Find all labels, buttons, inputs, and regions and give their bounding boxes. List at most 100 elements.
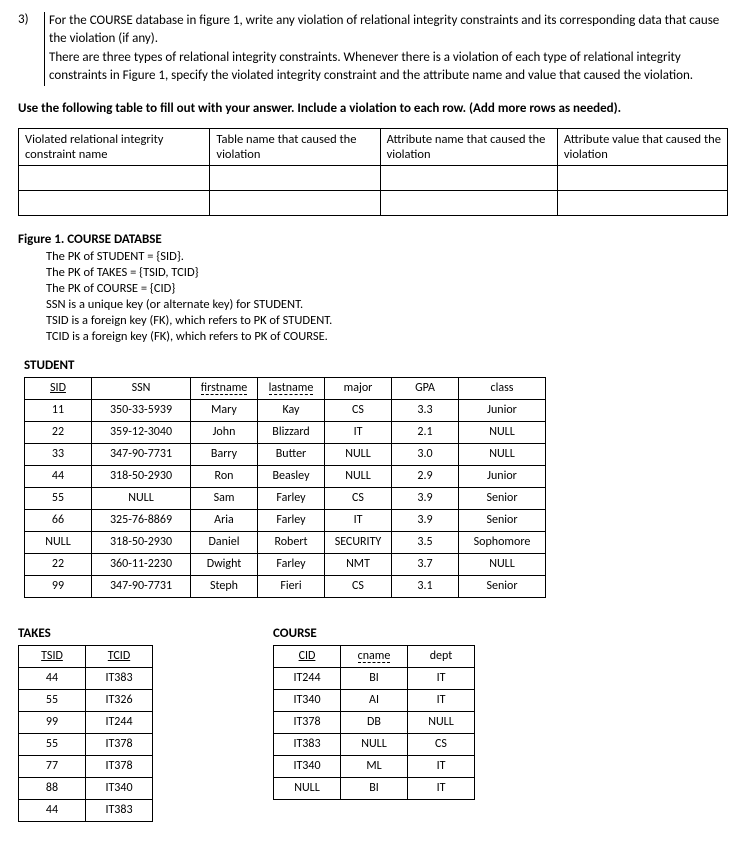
table-header-row: CID cname dept bbox=[274, 645, 475, 667]
table-cell: NULL bbox=[459, 443, 546, 465]
table-row: IT340AIIT bbox=[274, 689, 475, 711]
col-cid: CID bbox=[274, 645, 341, 667]
table-cell: IT383 bbox=[274, 733, 341, 755]
table-cell: 359-12-3040 bbox=[92, 421, 191, 443]
table-cell: 33 bbox=[25, 443, 92, 465]
table-row: 44IT383 bbox=[19, 799, 153, 821]
table-cell: 3.7 bbox=[392, 553, 459, 575]
table-cell: AI bbox=[341, 689, 408, 711]
col-cname: cname bbox=[341, 645, 408, 667]
table-cell: 3.9 bbox=[392, 509, 459, 531]
table-cell: NULL bbox=[325, 443, 392, 465]
table-cell: 325-76-8869 bbox=[92, 509, 191, 531]
table-cell: 3.9 bbox=[392, 487, 459, 509]
course-label: COURSE bbox=[273, 626, 475, 641]
table-cell: John bbox=[191, 421, 258, 443]
figure-line: The PK of COURSE = {CID} bbox=[46, 281, 728, 296]
question-block: 3) For the COURSE database in figure 1, … bbox=[18, 12, 728, 86]
col-lastname: lastname bbox=[258, 377, 325, 399]
course-block: COURSE CID cname dept IT244BIITIT340AIIT… bbox=[273, 612, 475, 822]
table-cell: 22 bbox=[25, 553, 92, 575]
table-cell: NULL bbox=[341, 733, 408, 755]
table-row: 55IT378 bbox=[19, 733, 153, 755]
table-header-row: SID SSN firstname lastname major GPA cla… bbox=[25, 377, 546, 399]
figure-line: TSID is a foreign key (FK), which refers… bbox=[46, 313, 728, 328]
question-body: For the COURSE database in figure 1, wri… bbox=[44, 12, 728, 86]
table-cell: IT340 bbox=[274, 755, 341, 777]
table-cell: 88 bbox=[19, 777, 86, 799]
table-row: 99347-90-7731StephFieriCS3.1Senior bbox=[25, 575, 546, 597]
table-cell: Farley bbox=[258, 487, 325, 509]
table-cell: IT378 bbox=[274, 711, 341, 733]
table-cell: 77 bbox=[19, 755, 86, 777]
answer-header-table: Table name that caused the violation bbox=[210, 128, 380, 165]
table-cell: Barry bbox=[191, 443, 258, 465]
table-cell: Fieri bbox=[258, 575, 325, 597]
table-row: NULL318-50-2930DanielRobertSECURITY3.5So… bbox=[25, 531, 546, 553]
col-gpa: GPA bbox=[392, 377, 459, 399]
table-cell: IT383 bbox=[86, 799, 153, 821]
course-table: CID cname dept IT244BIITIT340AIITIT378DB… bbox=[273, 645, 475, 800]
table-row: 99IT244 bbox=[19, 711, 153, 733]
table-cell: 55 bbox=[19, 689, 86, 711]
table-cell: 3.1 bbox=[392, 575, 459, 597]
col-class: class bbox=[459, 377, 546, 399]
table-row: 44IT383 bbox=[19, 667, 153, 689]
table-cell: 318-50-2930 bbox=[92, 465, 191, 487]
col-tsid: TSID bbox=[19, 645, 86, 667]
table-cell: BI bbox=[341, 667, 408, 689]
table-cell: NULL bbox=[408, 711, 475, 733]
table-row: 44318-50-2930RonBeasleyNULL2.9Junior bbox=[25, 465, 546, 487]
col-ssn: SSN bbox=[92, 377, 191, 399]
table-cell: Junior bbox=[459, 465, 546, 487]
figure-line: TCID is a foreign key (FK), which refers… bbox=[46, 329, 728, 344]
table-cell: 55 bbox=[19, 733, 86, 755]
table-row: 77IT378 bbox=[19, 755, 153, 777]
answer-header-attribute: Attribute name that caused the violation bbox=[380, 128, 557, 165]
table-cell: DB bbox=[341, 711, 408, 733]
table-cell: 99 bbox=[19, 711, 86, 733]
table-cell: IT bbox=[408, 777, 475, 799]
table-cell: Aria bbox=[191, 509, 258, 531]
table-cell: 3.3 bbox=[392, 399, 459, 421]
table-cell: Daniel bbox=[191, 531, 258, 553]
table-cell: 318-50-2930 bbox=[92, 531, 191, 553]
table-cell: Steph bbox=[191, 575, 258, 597]
student-label: STUDENT bbox=[24, 358, 728, 373]
table-cell: Blizzard bbox=[258, 421, 325, 443]
table-cell: 66 bbox=[25, 509, 92, 531]
table-row: 55NULLSamFarleyCS3.9Senior bbox=[25, 487, 546, 509]
table-cell: Dwight bbox=[191, 553, 258, 575]
table-cell: NULL bbox=[92, 487, 191, 509]
col-sid: SID bbox=[25, 377, 92, 399]
table-cell: 55 bbox=[25, 487, 92, 509]
question-number: 3) bbox=[18, 12, 44, 27]
table-cell: NULL bbox=[25, 531, 92, 553]
table-row: 22360-11-2230DwightFarleyNMT3.7NULL bbox=[25, 553, 546, 575]
table-row: 66325-76-8869AriaFarleyIT3.9Senior bbox=[25, 509, 546, 531]
table-cell: NULL bbox=[274, 777, 341, 799]
table-cell: Farley bbox=[258, 509, 325, 531]
table-cell: IT244 bbox=[86, 711, 153, 733]
table-cell: Sophomore bbox=[459, 531, 546, 553]
answer-table: Violated relational integrity constraint… bbox=[18, 128, 728, 216]
takes-table: TSID TCID 44IT38355IT32699IT24455IT37877… bbox=[18, 645, 153, 822]
table-cell: CS bbox=[325, 575, 392, 597]
question-para-2: There are three types of relational inte… bbox=[49, 49, 728, 84]
table-row: 22359-12-3040JohnBlizzardIT2.1NULL bbox=[25, 421, 546, 443]
table-cell: Butter bbox=[258, 443, 325, 465]
table-cell: Mary bbox=[191, 399, 258, 421]
table-cell: Senior bbox=[459, 575, 546, 597]
table-cell: 44 bbox=[19, 799, 86, 821]
figure-title: Figure 1. COURSE DATABSE bbox=[18, 232, 728, 247]
table-row: NULLBIIT bbox=[274, 777, 475, 799]
table-cell: 44 bbox=[19, 667, 86, 689]
table-cell: SECURITY bbox=[325, 531, 392, 553]
table-cell: 347-90-7731 bbox=[92, 575, 191, 597]
takes-label: TAKES bbox=[18, 626, 153, 641]
table-cell: Senior bbox=[459, 509, 546, 531]
table-cell: Beasley bbox=[258, 465, 325, 487]
student-table: SID SSN firstname lastname major GPA cla… bbox=[24, 377, 546, 598]
table-header-row: TSID TCID bbox=[19, 645, 153, 667]
table-cell: IT326 bbox=[86, 689, 153, 711]
